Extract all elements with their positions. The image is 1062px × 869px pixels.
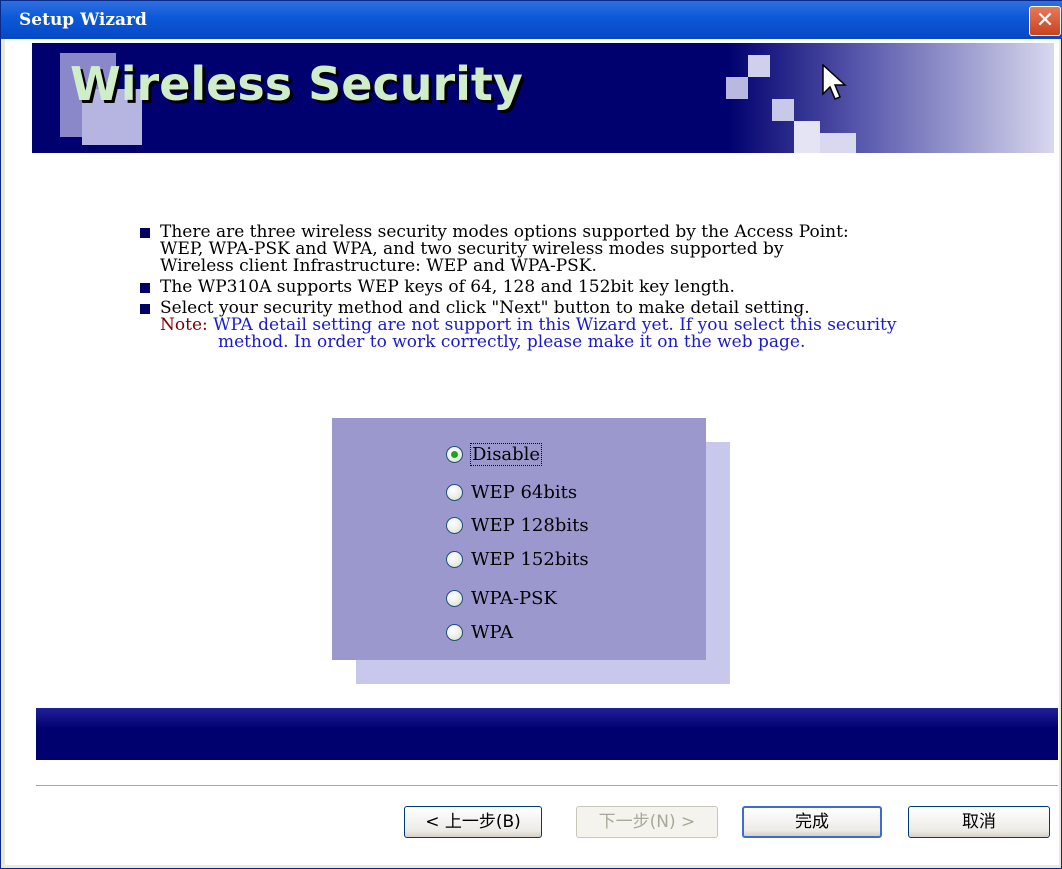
radio-button[interactable] [446, 483, 463, 501]
finish-button[interactable]: 完成 [742, 806, 882, 838]
footer-banner [36, 708, 1058, 760]
radio-button-checked[interactable] [446, 445, 463, 463]
banner-decor-square [748, 55, 770, 77]
bullet-icon [140, 304, 150, 314]
note-text: method. In order to work correctly, plea… [218, 332, 806, 352]
banner-decor-square [794, 121, 820, 153]
info-bullet: The WP310A supports WEP keys of 64, 128 … [138, 279, 1018, 296]
radio-wep-152[interactable]: WEP 152bits [446, 545, 589, 573]
wireless-security-banner: Wireless Security [32, 43, 1054, 153]
page-title: Wireless Security [70, 57, 523, 111]
next-button[interactable]: 下一步(N) > [576, 806, 718, 838]
close-icon: ✕ [1035, 8, 1055, 33]
bullet-icon [140, 283, 150, 293]
radio-label[interactable]: WEP 152bits [471, 549, 589, 570]
bullet-icon [140, 228, 150, 238]
security-info: There are three wireless security modes … [138, 224, 1018, 351]
radio-label[interactable]: WPA [471, 622, 513, 643]
radio-label[interactable]: WPA-PSK [471, 588, 557, 609]
mouse-pointer-icon [822, 64, 847, 100]
radio-button[interactable] [446, 623, 463, 641]
radio-label[interactable]: Disable [469, 442, 543, 466]
info-line: The WP310A supports WEP keys of 64, 128 … [160, 277, 735, 297]
radio-label[interactable]: WEP 128bits [471, 515, 589, 536]
info-bullet: There are three wireless security modes … [138, 224, 1018, 275]
close-button[interactable]: ✕ [1029, 6, 1061, 36]
radio-wpa[interactable]: WPA [446, 618, 513, 646]
radio-disable[interactable]: Disable [446, 440, 543, 468]
radio-button[interactable] [446, 589, 463, 607]
banner-decor-square [772, 99, 794, 121]
radio-wep-128[interactable]: WEP 128bits [446, 511, 589, 539]
radio-wpa-psk[interactable]: WPA-PSK [446, 584, 557, 612]
info-line: Select your security method and click "N… [160, 298, 810, 318]
radio-label[interactable]: WEP 64bits [471, 482, 577, 503]
back-button[interactable]: < 上一步(B) [404, 806, 542, 838]
window-title: Setup Wizard [19, 10, 147, 30]
radio-wep-64[interactable]: WEP 64bits [446, 478, 577, 506]
info-line: Wireless client Infrastructure: WEP and … [160, 256, 597, 276]
cancel-button[interactable]: 取消 [908, 806, 1050, 838]
banner-decor-square [726, 77, 748, 99]
radio-button[interactable] [446, 550, 463, 568]
info-bullet: Select your security method and click "N… [138, 300, 1018, 317]
note-label: Note: [160, 315, 208, 335]
separator [36, 786, 1058, 787]
banner-decor-square [820, 133, 856, 153]
radio-button[interactable] [446, 516, 463, 534]
title-bar[interactable]: Setup Wizard ✕ [1, 1, 1062, 39]
